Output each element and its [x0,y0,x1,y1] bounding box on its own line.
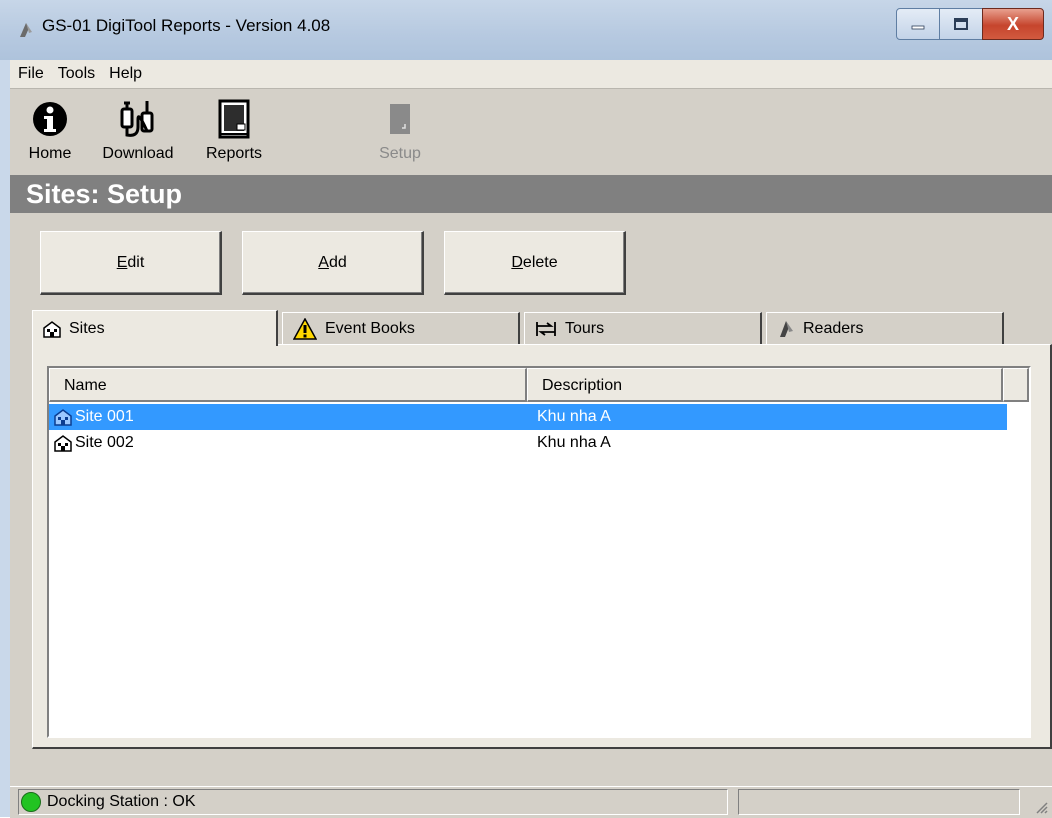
reader-icon [780,320,793,337]
download-label: Download [102,145,174,162]
menu-tools[interactable]: Tools [52,65,101,83]
close-button[interactable]: X [982,8,1044,40]
edit-label: Edit [116,253,145,271]
column-name[interactable]: Name [49,368,527,402]
menu-bar: File Tools Help [10,60,1052,89]
download-connector-icon [120,101,154,137]
main-content: Edit Add Delete Sites Event Books Tours … [10,213,1052,786]
column-description[interactable]: Description [527,368,1003,402]
download-button[interactable]: Download [92,97,184,163]
table-row[interactable]: Site 002 Khu nha A [49,430,1007,456]
tours-icon [536,321,556,336]
sites-list[interactable]: Name Description Site 001 Khu nha A Site… [47,366,1031,738]
info-icon [33,102,67,136]
tab-strip: Sites Event Books Tours Readers [32,310,1032,346]
building-icon [43,320,61,338]
row-description: Khu nha A [537,408,611,425]
row-name: Site 001 [75,408,134,425]
window-controls: X [896,8,1044,40]
tab-sites-label: Sites [69,319,105,337]
add-button[interactable]: Add [242,231,424,295]
building-icon [54,435,72,452]
edit-button[interactable]: Edit [40,231,222,295]
tab-event-books-label: Event Books [325,319,415,337]
add-label: Add [318,253,347,271]
column-filler [1003,368,1029,402]
table-row[interactable]: Site 001 Khu nha A [49,404,1007,430]
maximize-icon [954,18,968,30]
setup-label: Setup [379,145,421,162]
close-icon: X [1006,13,1019,34]
app-window: GS-01 DigiTool Reports - Version 4.08 X … [0,0,1052,818]
home-button[interactable]: Home [18,97,82,163]
tab-readers-label: Readers [803,319,864,337]
delete-button[interactable]: Delete [444,231,626,295]
building-icon [54,409,72,426]
tab-sites[interactable]: Sites [32,310,278,346]
delete-label: Delete [511,253,558,271]
menu-help[interactable]: Help [103,65,148,83]
app-icon [20,23,32,37]
status-bar: Docking Station : OK [10,786,1052,818]
home-label: Home [28,145,72,162]
list-header: Name Description [49,368,1029,402]
menu-file[interactable]: File [12,65,50,83]
minimize-icon [911,25,925,30]
status-pane-empty [738,789,1020,815]
setup-doc-icon [390,104,410,134]
row-description: Khu nha A [537,434,611,451]
reports-book-icon [218,99,250,139]
window-title: GS-01 DigiTool Reports - Version 4.08 [42,16,331,35]
warning-icon [293,317,317,340]
tab-tours-label: Tours [565,319,605,337]
page-title: Sites: Setup [10,175,1052,213]
minimize-button[interactable] [896,8,940,40]
tab-event-books[interactable]: Event Books [282,312,520,344]
status-pane-docking: Docking Station : OK [18,789,728,815]
sites-tab-panel: Name Description Site 001 Khu nha A Site… [32,344,1052,749]
title-bar[interactable]: GS-01 DigiTool Reports - Version 4.08 X [0,0,1052,60]
setup-button[interactable]: Setup [360,97,440,163]
status-indicator-icon [21,792,41,812]
tab-readers[interactable]: Readers [766,312,1004,344]
reports-label: Reports [205,145,263,162]
row-name: Site 002 [75,434,134,451]
tab-tours[interactable]: Tours [524,312,762,344]
maximize-button[interactable] [939,8,983,40]
toolbar: Home Download Reports Setup [10,89,1052,175]
reports-button[interactable]: Reports [188,97,280,163]
resize-grip-icon[interactable] [1032,798,1048,814]
status-text: Docking Station : OK [47,793,196,810]
